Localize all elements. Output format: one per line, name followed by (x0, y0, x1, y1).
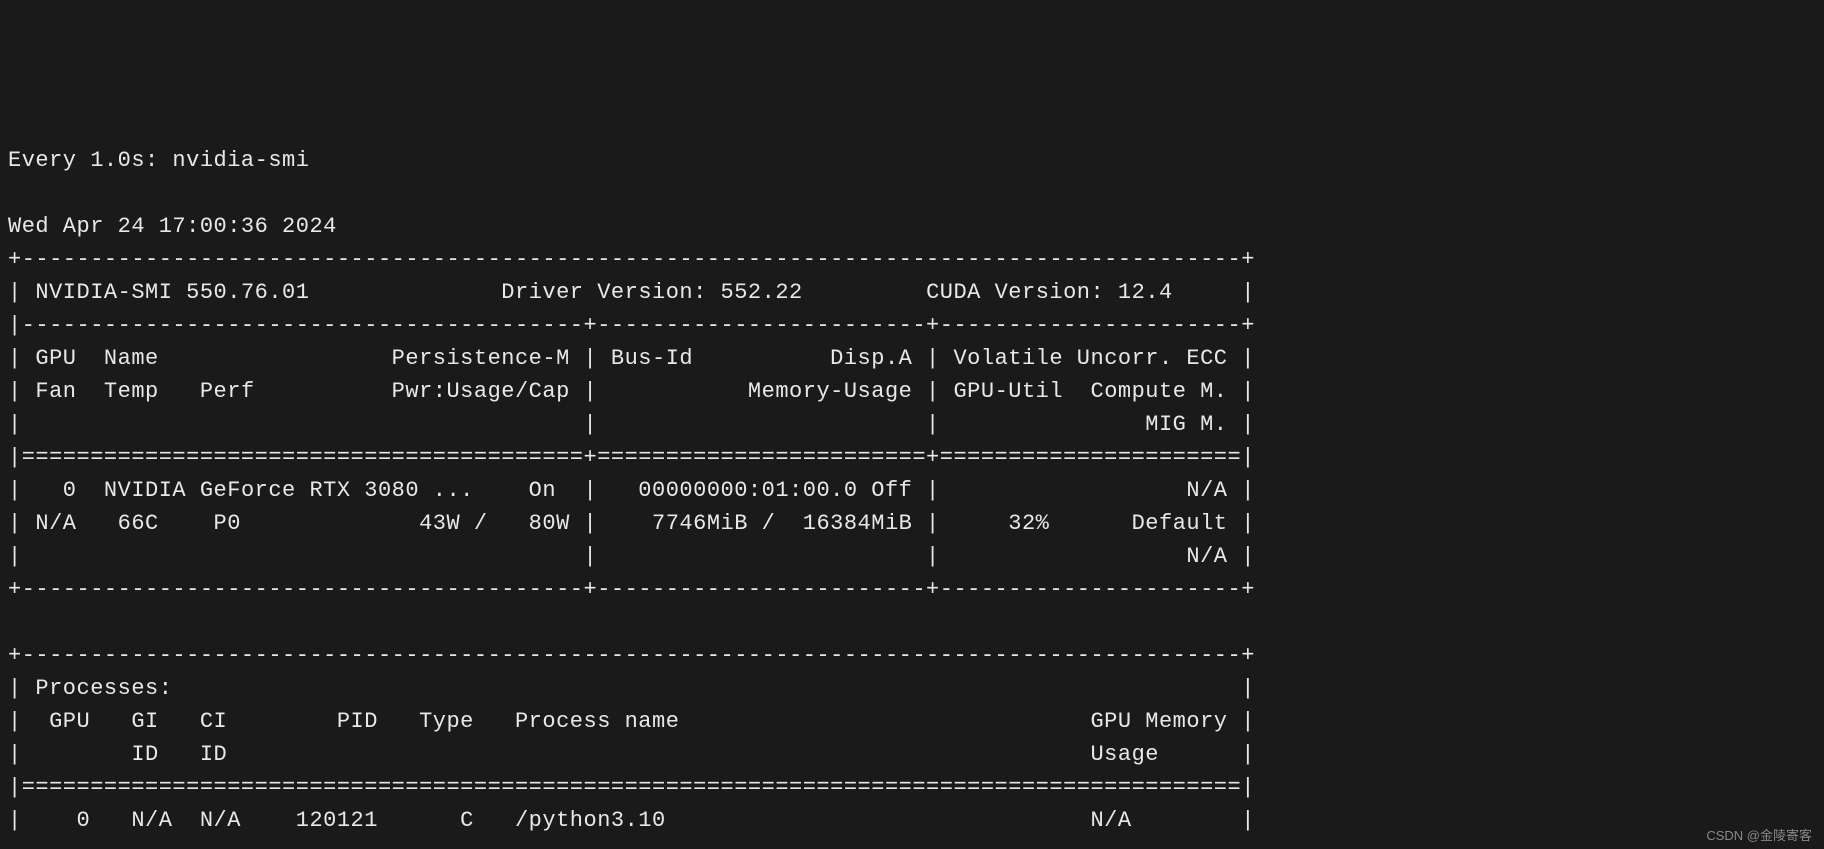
gpu-header-row3: | | | MIG M. | (8, 412, 1255, 437)
gpu-data-col3-row2: 32% Default (940, 511, 1228, 536)
gpu-data-col2-row2: 7746MiB / 16384MiB (597, 511, 912, 536)
gpu-header-col3-row3: MIG M. (940, 412, 1228, 437)
table-border-inner: |---------------------------------------… (8, 313, 1255, 338)
processes-data-row: | 0 N/A N/A 120121 C /python3.10 N/A | (8, 808, 1255, 833)
watch-header: Every 1.0s: nvidia-smi (8, 148, 309, 173)
processes-header-row1: | GPU GI CI PID Type Process name GPU Me… (8, 709, 1255, 734)
gpu-header-col2-row1: Bus-Id Disp.A (597, 346, 912, 371)
table-border-top: +---------------------------------------… (8, 247, 1255, 272)
gpu-data-row3: | | | N/A | (8, 544, 1255, 569)
processes-border-top: +---------------------------------------… (8, 643, 1255, 668)
gpu-header-col1-row2: Fan Temp Perf Pwr:Usage/Cap (22, 379, 570, 404)
gpu-header-row2: | Fan Temp Perf Pwr:Usage/Cap | Memory-U… (8, 379, 1255, 404)
gpu-header-row1: | GPU Name Persistence-M | Bus-Id Disp.A… (8, 346, 1255, 371)
gpu-data-col2-row1: 00000000:01:00.0 Off (597, 478, 912, 503)
gpu-data-col3-row3: N/A (940, 544, 1228, 569)
processes-header2: ID ID Usage (22, 742, 1228, 767)
gpu-header-col3-row1: Volatile Uncorr. ECC (940, 346, 1228, 371)
processes-title: Processes: (22, 676, 173, 701)
gpu-header-col1-row1: GPU Name Persistence-M (22, 346, 570, 371)
version-line: | NVIDIA-SMI 550.76.01 Driver Version: 5… (8, 280, 1255, 305)
driver-version: Driver Version: 552.22 (501, 280, 802, 305)
gpu-data-col1-row1: 0 NVIDIA GeForce RTX 3080 ... On (22, 478, 570, 503)
processes-title-line: | Processes: | (8, 676, 1255, 701)
timestamp: Wed Apr 24 17:00:36 2024 (8, 214, 337, 239)
processes-header1: GPU GI CI PID Type Process name GPU Memo… (22, 709, 1228, 734)
cuda-version: CUDA Version: 12.4 (926, 280, 1173, 305)
gpu-data-col1-row2: N/A 66C P0 43W / 80W (22, 511, 570, 536)
smi-version: NVIDIA-SMI 550.76.01 (35, 280, 309, 305)
gpu-data-row1: | 0 NVIDIA GeForce RTX 3080 ... On | 000… (8, 478, 1255, 503)
gpu-header-col3-row2: GPU-Util Compute M. (940, 379, 1228, 404)
gpu-data-row2: | N/A 66C P0 43W / 80W | 7746MiB / 16384… (8, 511, 1255, 536)
watermark: CSDN @金陵寄客 (1706, 826, 1812, 846)
processes-data: 0 N/A N/A 120121 C /python3.10 N/A (22, 808, 1228, 833)
gpu-header-col2-row2: Memory-Usage (597, 379, 912, 404)
processes-header-row2: | ID ID Usage | (8, 742, 1255, 767)
gpu-data-col3-row1: N/A (940, 478, 1228, 503)
table-border-header: |=======================================… (8, 445, 1255, 470)
table-border-bottom: +---------------------------------------… (8, 577, 1255, 602)
processes-border-header: |=======================================… (8, 775, 1255, 800)
